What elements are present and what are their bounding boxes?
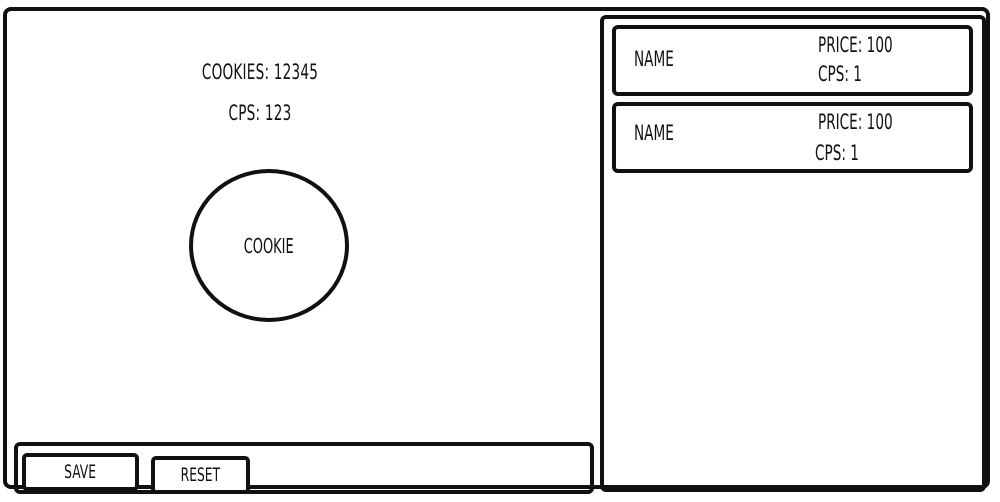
- shop-item-price: PRICE: 100: [818, 110, 893, 134]
- shop-item-cps: CPS: 1: [818, 62, 862, 86]
- cookie-count: COOKIES: 12345: [201, 60, 319, 84]
- cookie-button-label: COOKIE: [244, 233, 294, 258]
- reset-button[interactable]: RESET: [151, 456, 250, 494]
- shop-item-cps: CPS: 1: [815, 141, 859, 165]
- cookie-button[interactable]: COOKIE: [189, 169, 349, 322]
- shop-item-name: NAME: [634, 47, 674, 71]
- shop-item-name: NAME: [634, 121, 674, 145]
- shop-item-price: PRICE: 100: [818, 33, 893, 57]
- save-button[interactable]: SAVE: [22, 453, 139, 491]
- shop-item[interactable]: NAME PRICE: 100 CPS: 1: [612, 102, 973, 173]
- save-button-label: SAVE: [64, 461, 97, 483]
- reset-button-label: RESET: [180, 464, 221, 486]
- shop-item[interactable]: NAME PRICE: 100 CPS: 1: [612, 25, 973, 96]
- cookies-per-second: CPS: 123: [228, 101, 292, 125]
